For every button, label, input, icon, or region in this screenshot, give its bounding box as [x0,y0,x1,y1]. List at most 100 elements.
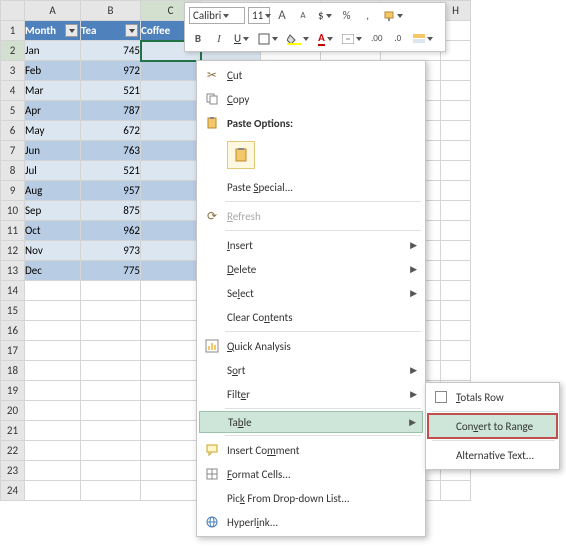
cell[interactable]: 962 [81,221,141,241]
italic-button[interactable]: I [210,30,228,48]
row-header[interactable]: 24 [1,481,25,501]
cell[interactable]: 521 [81,81,141,101]
row-header[interactable]: 15 [1,301,25,321]
cell[interactable] [141,241,201,261]
submenu-alternative-text[interactable]: Alternative Text... [428,443,557,467]
row-header[interactable]: 9 [1,181,25,201]
menu-select[interactable]: Select▶ [199,281,423,305]
row-header[interactable]: 21 [1,421,25,441]
cell[interactable]: Apr [25,101,81,121]
filter-dropdown-icon[interactable] [65,24,78,37]
menu-paste-special[interactable]: Paste Special... [199,175,423,199]
menu-insert-comment[interactable]: Insert Comment [199,438,423,462]
col-header-b[interactable]: B [81,1,141,21]
border-button[interactable] [255,31,281,47]
bold-button[interactable]: B [189,30,207,48]
cell[interactable] [141,161,201,181]
cell[interactable]: Nov [25,241,81,261]
menu-filter[interactable]: Filter▶ [199,382,423,406]
row-header[interactable]: 23 [1,461,25,481]
cell[interactable]: Jul [25,161,81,181]
accounting-format-button[interactable]: $ [315,7,335,24]
cell[interactable]: 763 [81,141,141,161]
row-header[interactable]: 11 [1,221,25,241]
row-header[interactable]: 10 [1,201,25,221]
row-header[interactable]: 20 [1,401,25,421]
table-header-month[interactable]: Month [25,21,81,41]
cell[interactable]: Jan [25,41,81,61]
cell[interactable] [141,101,201,121]
cell[interactable]: Jun [25,141,81,161]
menu-sort[interactable]: Sort▶ [199,358,423,382]
cell[interactable] [141,81,201,101]
cell-styles-icon[interactable] [410,32,436,46]
cell[interactable]: 875 [81,201,141,221]
row-header[interactable]: 6 [1,121,25,141]
row-header[interactable]: 4 [1,81,25,101]
menu-format-cells[interactable]: Format Cells... [199,462,423,486]
row-header[interactable]: 5 [1,101,25,121]
row-header[interactable]: 14 [1,281,25,301]
row-header[interactable]: 13 [1,261,25,281]
cell[interactable] [141,181,201,201]
cell[interactable] [141,61,201,81]
col-header-a[interactable]: A [25,1,81,21]
row-header[interactable]: 22 [1,441,25,461]
cell[interactable]: 672 [81,121,141,141]
cell[interactable] [141,141,201,161]
row-header[interactable]: 16 [1,321,25,341]
decrease-decimal-icon[interactable]: .0 [389,30,407,48]
row-header[interactable]: 7 [1,141,25,161]
cell[interactable] [141,221,201,241]
cell[interactable]: 775 [81,261,141,281]
row-header[interactable]: 8 [1,161,25,181]
submenu-convert-to-range[interactable]: Convert to Range [428,414,557,438]
menu-table[interactable]: Table▶ [199,411,423,433]
menu-pick-dropdown[interactable]: Pick From Drop-down List... [199,486,423,510]
increase-decimal-icon[interactable]: .00 [368,30,386,48]
decrease-font-icon[interactable]: A [294,7,312,25]
row-header[interactable]: 3 [1,61,25,81]
cell[interactable]: Feb [25,61,81,81]
menu-delete[interactable]: Delete▶ [199,257,423,281]
table-header-tea[interactable]: Tea [81,21,141,41]
underline-button[interactable]: U [231,30,252,47]
row-header[interactable]: 18 [1,361,25,381]
cell[interactable]: 957 [81,181,141,201]
comma-format-button[interactable]: , [359,7,377,25]
cell[interactable] [141,261,201,281]
cell[interactable] [141,201,201,221]
corner-cell[interactable] [1,1,25,21]
font-name-select[interactable]: Calibri [189,7,245,24]
filter-dropdown-icon[interactable] [125,24,138,37]
cell[interactable]: 521 [81,161,141,181]
fill-color-button[interactable] [284,31,312,47]
increase-font-icon[interactable]: A [273,7,291,25]
percent-format-button[interactable]: % [338,7,356,25]
submenu-totals-row[interactable]: Totals Row [428,385,557,409]
cell[interactable]: Sep [25,201,81,221]
cell[interactable]: 787 [81,101,141,121]
menu-cut[interactable]: ✂Cut [199,63,423,87]
paste-default-button[interactable] [227,141,255,169]
cell[interactable]: May [25,121,81,141]
cell[interactable]: 745 [81,41,141,61]
cell[interactable]: 973 [81,241,141,261]
menu-hyperlink[interactable]: Hyperlink... [199,510,423,534]
format-painter-icon[interactable] [380,8,406,24]
row-header[interactable]: 2 [1,41,25,61]
font-size-select[interactable]: 11 [248,7,270,24]
row-header[interactable]: 12 [1,241,25,261]
row-header[interactable]: 17 [1,341,25,361]
cell[interactable]: Mar [25,81,81,101]
row-header[interactable]: 1 [1,21,25,41]
menu-clear-contents[interactable]: Clear Contents [199,305,423,329]
row-header[interactable]: 19 [1,381,25,401]
cell[interactable] [141,121,201,141]
cell[interactable]: Dec [25,261,81,281]
menu-quick-analysis[interactable]: Quick Analysis [199,334,423,358]
merge-center-button[interactable] [339,32,365,46]
menu-insert[interactable]: Insert▶ [199,233,423,257]
menu-copy[interactable]: Copy [199,87,423,111]
cell[interactable]: Aug [25,181,81,201]
